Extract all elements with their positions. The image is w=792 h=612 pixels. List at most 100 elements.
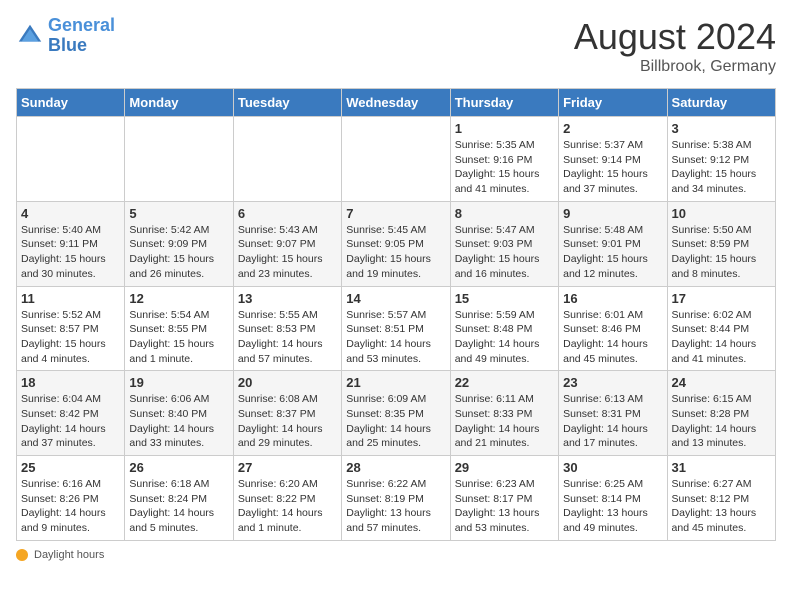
calendar-cell: 3 Sunrise: 5:38 AM Sunset: 9:12 PM Daylig…: [667, 117, 775, 202]
calendar-cell: [125, 117, 233, 202]
day-info: Sunrise: 5:57 AM Sunset: 8:51 PM Dayligh…: [346, 308, 445, 367]
calendar-cell: 10 Sunrise: 5:50 AM Sunset: 8:59 PM Dayli…: [667, 201, 775, 286]
calendar-cell: 4 Sunrise: 5:40 AM Sunset: 9:11 PM Daylig…: [17, 201, 125, 286]
calendar-week-4: 18 Sunrise: 6:04 AM Sunset: 8:42 PM Dayli…: [17, 371, 776, 456]
day-number: 17: [672, 291, 771, 306]
day-info: Sunrise: 6:08 AM Sunset: 8:37 PM Dayligh…: [238, 392, 337, 451]
day-info: Sunrise: 6:11 AM Sunset: 8:33 PM Dayligh…: [455, 392, 554, 451]
day-info: Sunrise: 5:54 AM Sunset: 8:55 PM Dayligh…: [129, 308, 228, 367]
day-number: 26: [129, 460, 228, 475]
day-info: Sunrise: 5:55 AM Sunset: 8:53 PM Dayligh…: [238, 308, 337, 367]
day-number: 27: [238, 460, 337, 475]
day-info: Sunrise: 6:06 AM Sunset: 8:40 PM Dayligh…: [129, 392, 228, 451]
location: Billbrook, Germany: [574, 58, 776, 76]
calendar-cell: 9Sunrise: 5:48 AM Sunset: 9:01 PM Daylig…: [559, 201, 667, 286]
day-number: 11: [21, 291, 120, 306]
calendar-cell: 13 Sunrise: 5:55 AM Sunset: 8:53 PM Dayli…: [233, 286, 341, 371]
calendar-cell: 22Sunrise: 6:11 AM Sunset: 8:33 PM Dayli…: [450, 371, 558, 456]
month-title: August 2024: [574, 16, 776, 58]
day-number: 10: [672, 206, 771, 221]
col-monday: Monday: [125, 89, 233, 117]
day-number: 25: [21, 460, 120, 475]
col-thursday: Thursday: [450, 89, 558, 117]
col-wednesday: Wednesday: [342, 89, 450, 117]
title-area: August 2024 Billbrook, Germany: [574, 16, 776, 76]
day-info: Sunrise: 5:43 AM Sunset: 9:07 PM Dayligh…: [238, 223, 337, 282]
day-number: 18: [21, 375, 120, 390]
calendar-cell: 6 Sunrise: 5:43 AM Sunset: 9:07 PM Daylig…: [233, 201, 341, 286]
day-info: Sunrise: 5:42 AM Sunset: 9:09 PM Dayligh…: [129, 223, 228, 282]
calendar-cell: 27 Sunrise: 6:20 AM Sunset: 8:22 PM Dayli…: [233, 456, 341, 541]
day-number: 23: [563, 375, 662, 390]
day-number: 28: [346, 460, 445, 475]
calendar-cell: 20Sunrise: 6:08 AM Sunset: 8:37 PM Dayli…: [233, 371, 341, 456]
day-number: 13: [238, 291, 337, 306]
day-info: Sunrise: 6:15 AM Sunset: 8:28 PM Dayligh…: [672, 392, 771, 451]
day-number: 7: [346, 206, 445, 221]
calendar-header-row: Sunday Monday Tuesday Wednesday Thursday…: [17, 89, 776, 117]
calendar-cell: [17, 117, 125, 202]
logo: General Blue: [16, 16, 115, 56]
day-number: 30: [563, 460, 662, 475]
day-info: Sunrise: 5:38 AM Sunset: 9:12 PM Dayligh…: [672, 138, 771, 197]
day-info: Sunrise: 6:20 AM Sunset: 8:22 PM Dayligh…: [238, 477, 337, 536]
day-number: 1: [455, 121, 554, 136]
day-info: Sunrise: 5:35 AM Sunset: 9:16 PM Dayligh…: [455, 138, 554, 197]
day-number: 31: [672, 460, 771, 475]
day-number: 19: [129, 375, 228, 390]
day-info: Sunrise: 6:02 AM Sunset: 8:44 PM Dayligh…: [672, 308, 771, 367]
day-info: Sunrise: 5:40 AM Sunset: 9:11 PM Dayligh…: [21, 223, 120, 282]
day-number: 24: [672, 375, 771, 390]
day-info: Sunrise: 6:04 AM Sunset: 8:42 PM Dayligh…: [21, 392, 120, 451]
page-header: General Blue August 2024 Billbrook, Germ…: [16, 16, 776, 76]
day-info: Sunrise: 6:09 AM Sunset: 8:35 PM Dayligh…: [346, 392, 445, 451]
calendar-cell: 1 Sunrise: 5:35 AM Sunset: 9:16 PM Daylig…: [450, 117, 558, 202]
calendar-cell: 24 Sunrise: 6:15 AM Sunset: 8:28 PM Dayli…: [667, 371, 775, 456]
calendar-cell: 31Sunrise: 6:27 AM Sunset: 8:12 PM Dayli…: [667, 456, 775, 541]
calendar-cell: 29Sunrise: 6:23 AM Sunset: 8:17 PM Dayli…: [450, 456, 558, 541]
day-number: 29: [455, 460, 554, 475]
day-number: 4: [21, 206, 120, 221]
day-number: 14: [346, 291, 445, 306]
day-info: Sunrise: 5:50 AM Sunset: 8:59 PM Dayligh…: [672, 223, 771, 282]
day-number: 6: [238, 206, 337, 221]
day-info: Sunrise: 5:59 AM Sunset: 8:48 PM Dayligh…: [455, 308, 554, 367]
day-number: 3: [672, 121, 771, 136]
day-info: Sunrise: 6:13 AM Sunset: 8:31 PM Dayligh…: [563, 392, 662, 451]
calendar-cell: 16Sunrise: 6:01 AM Sunset: 8:46 PM Dayli…: [559, 286, 667, 371]
calendar-cell: 25 Sunrise: 6:16 AM Sunset: 8:26 PM Dayli…: [17, 456, 125, 541]
calendar-week-2: 4 Sunrise: 5:40 AM Sunset: 9:11 PM Daylig…: [17, 201, 776, 286]
day-number: 15: [455, 291, 554, 306]
day-info: Sunrise: 5:45 AM Sunset: 9:05 PM Dayligh…: [346, 223, 445, 282]
day-info: Sunrise: 6:16 AM Sunset: 8:26 PM Dayligh…: [21, 477, 120, 536]
calendar-cell: 15 Sunrise: 5:59 AM Sunset: 8:48 PM Dayli…: [450, 286, 558, 371]
calendar-cell: [233, 117, 341, 202]
logo-icon: [16, 22, 44, 50]
calendar-cell: 5 Sunrise: 5:42 AM Sunset: 9:09 PM Daylig…: [125, 201, 233, 286]
day-info: Sunrise: 6:25 AM Sunset: 8:14 PM Dayligh…: [563, 477, 662, 536]
calendar-week-5: 25 Sunrise: 6:16 AM Sunset: 8:26 PM Dayli…: [17, 456, 776, 541]
calendar-cell: 7 Sunrise: 5:45 AM Sunset: 9:05 PM Daylig…: [342, 201, 450, 286]
day-number: 5: [129, 206, 228, 221]
calendar-cell: 28 Sunrise: 6:22 AM Sunset: 8:19 PM Dayli…: [342, 456, 450, 541]
logo-text: General Blue: [48, 16, 115, 56]
day-info: Sunrise: 6:18 AM Sunset: 8:24 PM Dayligh…: [129, 477, 228, 536]
calendar-cell: 23 Sunrise: 6:13 AM Sunset: 8:31 PM Dayli…: [559, 371, 667, 456]
calendar-cell: 19 Sunrise: 6:06 AM Sunset: 8:40 PM Dayli…: [125, 371, 233, 456]
col-tuesday: Tuesday: [233, 89, 341, 117]
day-info: Sunrise: 5:52 AM Sunset: 8:57 PM Dayligh…: [21, 308, 120, 367]
calendar-cell: 18 Sunrise: 6:04 AM Sunset: 8:42 PM Dayli…: [17, 371, 125, 456]
day-number: 12: [129, 291, 228, 306]
calendar-cell: 2Sunrise: 5:37 AM Sunset: 9:14 PM Daylig…: [559, 117, 667, 202]
day-info: Sunrise: 6:22 AM Sunset: 8:19 PM Dayligh…: [346, 477, 445, 536]
calendar-cell: 14 Sunrise: 5:57 AM Sunset: 8:51 PM Dayli…: [342, 286, 450, 371]
day-number: 21: [346, 375, 445, 390]
col-sunday: Sunday: [17, 89, 125, 117]
day-info: Sunrise: 5:47 AM Sunset: 9:03 PM Dayligh…: [455, 223, 554, 282]
calendar-cell: 11 Sunrise: 5:52 AM Sunset: 8:57 PM Dayli…: [17, 286, 125, 371]
col-friday: Friday: [559, 89, 667, 117]
footer: Daylight hours: [16, 549, 776, 561]
calendar-cell: 8Sunrise: 5:47 AM Sunset: 9:03 PM Daylig…: [450, 201, 558, 286]
sun-icon: [16, 549, 28, 561]
calendar-cell: 26 Sunrise: 6:18 AM Sunset: 8:24 PM Dayli…: [125, 456, 233, 541]
